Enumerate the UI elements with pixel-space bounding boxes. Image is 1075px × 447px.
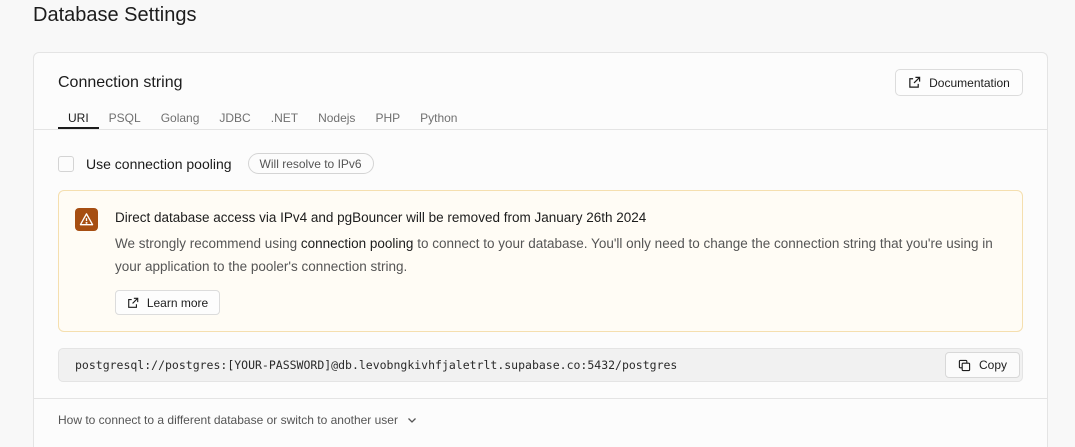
deprecation-alert: Direct database access via IPv4 and pgBo… xyxy=(58,190,1023,332)
chevron-down-icon xyxy=(406,414,418,426)
alert-body-prefix: We strongly recommend using xyxy=(115,236,301,251)
connection-string-field[interactable]: postgresql://postgres:[YOUR-PASSWORD]@db… xyxy=(58,348,1023,382)
pooling-row: Use connection pooling Will resolve to I… xyxy=(58,153,374,174)
pooling-checkbox[interactable] xyxy=(58,155,74,172)
connect-help-toggle[interactable]: How to connect to a different database o… xyxy=(58,413,418,427)
learn-more-button[interactable]: Learn more xyxy=(115,290,220,315)
pooling-label[interactable]: Use connection pooling xyxy=(86,156,232,172)
tab-jdbc[interactable]: JDBC xyxy=(209,108,260,129)
copy-icon xyxy=(958,359,971,372)
alert-body: We strongly recommend using connection p… xyxy=(115,232,1010,278)
connection-tabs: URI PSQL Golang JDBC .NET Nodejs PHP Pyt… xyxy=(58,108,467,129)
connect-help-label: How to connect to a different database o… xyxy=(58,413,398,427)
ipv6-badge: Will resolve to IPv6 xyxy=(247,153,374,174)
warning-icon xyxy=(75,208,98,231)
copy-button[interactable]: Copy xyxy=(945,352,1020,378)
tab-python[interactable]: Python xyxy=(410,108,467,129)
tab-psql[interactable]: PSQL xyxy=(99,108,151,129)
documentation-label: Documentation xyxy=(929,75,1010,90)
tab-dotnet[interactable]: .NET xyxy=(261,108,308,129)
documentation-button[interactable]: Documentation xyxy=(895,69,1023,96)
alert-title: Direct database access via IPv4 and pgBo… xyxy=(115,210,647,225)
connection-pooling-link[interactable]: connection pooling xyxy=(301,236,414,251)
tabs-divider xyxy=(34,129,1047,130)
connection-string-value[interactable]: postgresql://postgres:[YOUR-PASSWORD]@db… xyxy=(75,358,677,372)
learn-more-label: Learn more xyxy=(146,295,209,310)
external-link-icon xyxy=(908,76,921,89)
footer-divider xyxy=(34,398,1047,399)
tab-php[interactable]: PHP xyxy=(365,108,410,129)
tab-nodejs[interactable]: Nodejs xyxy=(308,108,365,129)
tab-uri[interactable]: URI xyxy=(58,108,99,129)
connection-card: Connection string Documentation URI PSQL… xyxy=(33,52,1048,447)
tab-golang[interactable]: Golang xyxy=(151,108,210,129)
card-title: Connection string xyxy=(58,74,183,91)
copy-label: Copy xyxy=(978,358,1007,372)
page-title: Database Settings xyxy=(33,4,197,26)
external-link-icon xyxy=(127,297,139,309)
